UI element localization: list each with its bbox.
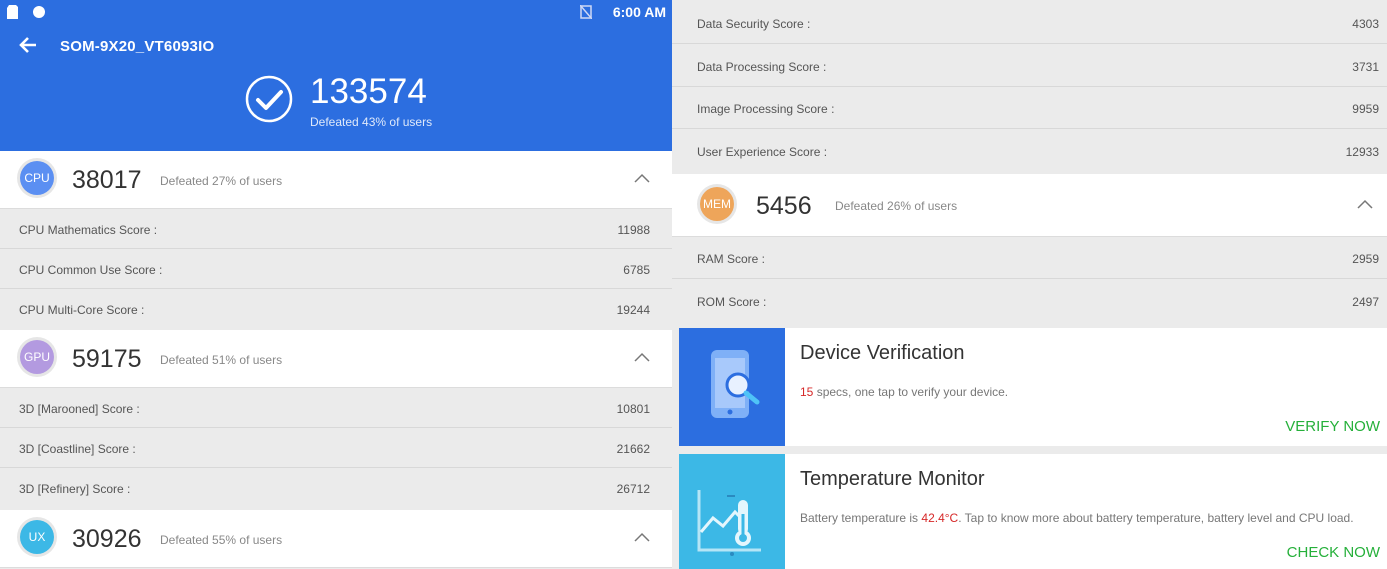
verify-now-button[interactable]: VERIFY NOW — [1285, 418, 1380, 435]
mem-score: 5456 — [756, 192, 812, 220]
cpu-badge: CPU — [20, 161, 54, 195]
temperature-monitor-card[interactable]: Temperature Monitor Battery temperature … — [679, 454, 1387, 569]
temp-card-desc: Battery temperature is 42.4°C. Tap to kn… — [800, 511, 1354, 525]
score-header: 6:00 AM SOM-9X20_VT6093IO 133574 Defeate… — [0, 0, 672, 151]
ux-badge: UX — [20, 520, 54, 554]
row-label: CPU Common Use Score : — [19, 263, 163, 277]
row-value: 4303 — [1352, 17, 1379, 31]
table-row: 3D [Coastline] Score : 21662 — [0, 428, 672, 468]
table-row: 3D [Refinery] Score : 26712 — [0, 468, 672, 507]
row-value: 9959 — [1352, 102, 1379, 116]
verify-card-desc: 15 specs, one tap to verify your device. — [800, 385, 1008, 399]
notification-icon — [33, 6, 45, 18]
status-bar: 6:00 AM — [0, 0, 672, 24]
table-row: CPU Mathematics Score : 11988 — [0, 209, 672, 249]
row-label: Data Processing Score : — [697, 60, 827, 74]
row-label: CPU Mathematics Score : — [19, 223, 158, 237]
verify-card-image — [679, 328, 785, 446]
row-value: 26712 — [616, 482, 650, 496]
mem-badge: MEM — [700, 187, 734, 221]
row-label: Image Processing Score : — [697, 102, 835, 116]
back-arrow-icon[interactable] — [18, 35, 38, 55]
total-score: 133574 — [310, 72, 427, 111]
row-value: 12933 — [1345, 145, 1379, 159]
row-value: 2959 — [1352, 252, 1379, 266]
temp-card-title: Temperature Monitor — [800, 468, 985, 490]
row-label: ROM Score : — [697, 295, 767, 309]
table-row: Image Processing Score : 9959 — [672, 87, 1387, 129]
table-row: CPU Common Use Score : 6785 — [0, 249, 672, 289]
gpu-badge: GPU — [20, 340, 54, 374]
temp-card-image — [679, 454, 785, 569]
row-label: 3D [Refinery] Score : — [19, 482, 131, 496]
row-value: 11988 — [617, 223, 650, 237]
chevron-up-icon[interactable] — [634, 532, 650, 542]
row-label: 3D [Marooned] Score : — [19, 402, 140, 416]
row-label: Data Security Score : — [697, 17, 811, 31]
cpu-score: 38017 — [72, 166, 142, 194]
ux-defeated: Defeated 55% of users — [160, 533, 283, 547]
thermometer-chart-icon — [697, 490, 761, 556]
gpu-defeated: Defeated 51% of users — [160, 353, 283, 367]
check-now-button[interactable]: CHECK NOW — [1287, 544, 1380, 561]
table-row: RAM Score : 2959 — [672, 237, 1387, 279]
gpu-score: 59175 — [72, 345, 142, 373]
row-label: User Experience Score : — [697, 145, 828, 159]
table-row: 3D [Marooned] Score : 10801 — [0, 388, 672, 428]
row-label: CPU Multi-Core Score : — [19, 303, 145, 317]
row-label: RAM Score : — [697, 252, 766, 266]
temp-desc-pre: Battery temperature is — [800, 511, 922, 525]
sd-card-icon — [7, 5, 18, 19]
check-circle-icon — [245, 75, 293, 123]
chevron-up-icon[interactable] — [634, 173, 650, 183]
cpu-defeated: Defeated 27% of users — [160, 174, 283, 188]
chevron-up-icon[interactable] — [1357, 199, 1373, 209]
row-value: 19244 — [616, 303, 650, 317]
verify-desc-text: specs, one tap to verify your device. — [813, 385, 1009, 399]
row-value: 6785 — [623, 263, 650, 277]
table-row: User Experience Score : 12933 — [672, 130, 1387, 171]
table-row: CPU Multi-Core Score : 19244 — [0, 289, 672, 328]
phone-search-icon — [711, 350, 760, 418]
clock: 6:00 AM — [612, 4, 666, 20]
left-pane: 6:00 AM SOM-9X20_VT6093IO 133574 Defeate… — [0, 0, 672, 569]
row-value: 21662 — [616, 442, 650, 456]
device-verification-card[interactable]: Device Verification 15 specs, one tap to… — [679, 328, 1387, 446]
verify-card-title: Device Verification — [800, 342, 965, 364]
gpu-section-header[interactable]: GPU 59175 Defeated 51% of users — [0, 330, 672, 388]
right-pane: Data Security Score : 4303 Data Processin… — [672, 0, 1387, 569]
table-row: Data Security Score : 4303 — [672, 2, 1387, 44]
device-name: SOM-9X20_VT6093IO — [60, 38, 215, 55]
row-label: 3D [Coastline] Score : — [19, 442, 136, 456]
battery-temperature: 42.4°C — [921, 511, 959, 525]
no-signal-icon — [580, 5, 592, 19]
ux-section-header[interactable]: UX 30926 Defeated 55% of users — [0, 510, 672, 568]
spec-count: 15 — [800, 385, 814, 399]
cpu-section-header[interactable]: CPU 38017 Defeated 27% of users — [0, 151, 672, 209]
ux-score: 30926 — [72, 525, 142, 553]
mem-section-header[interactable]: MEM 5456 Defeated 26% of users — [672, 174, 1387, 237]
row-value: 10801 — [616, 402, 650, 416]
row-value: 3731 — [1352, 60, 1379, 74]
temp-desc-post: . Tap to know more about battery tempera… — [958, 511, 1354, 525]
total-defeated: Defeated 43% of users — [310, 115, 433, 129]
mem-defeated: Defeated 26% of users — [835, 199, 958, 213]
row-value: 2497 — [1352, 295, 1379, 309]
chevron-up-icon[interactable] — [634, 352, 650, 362]
table-row: ROM Score : 2497 — [672, 280, 1387, 321]
table-row: Data Processing Score : 3731 — [672, 45, 1387, 87]
